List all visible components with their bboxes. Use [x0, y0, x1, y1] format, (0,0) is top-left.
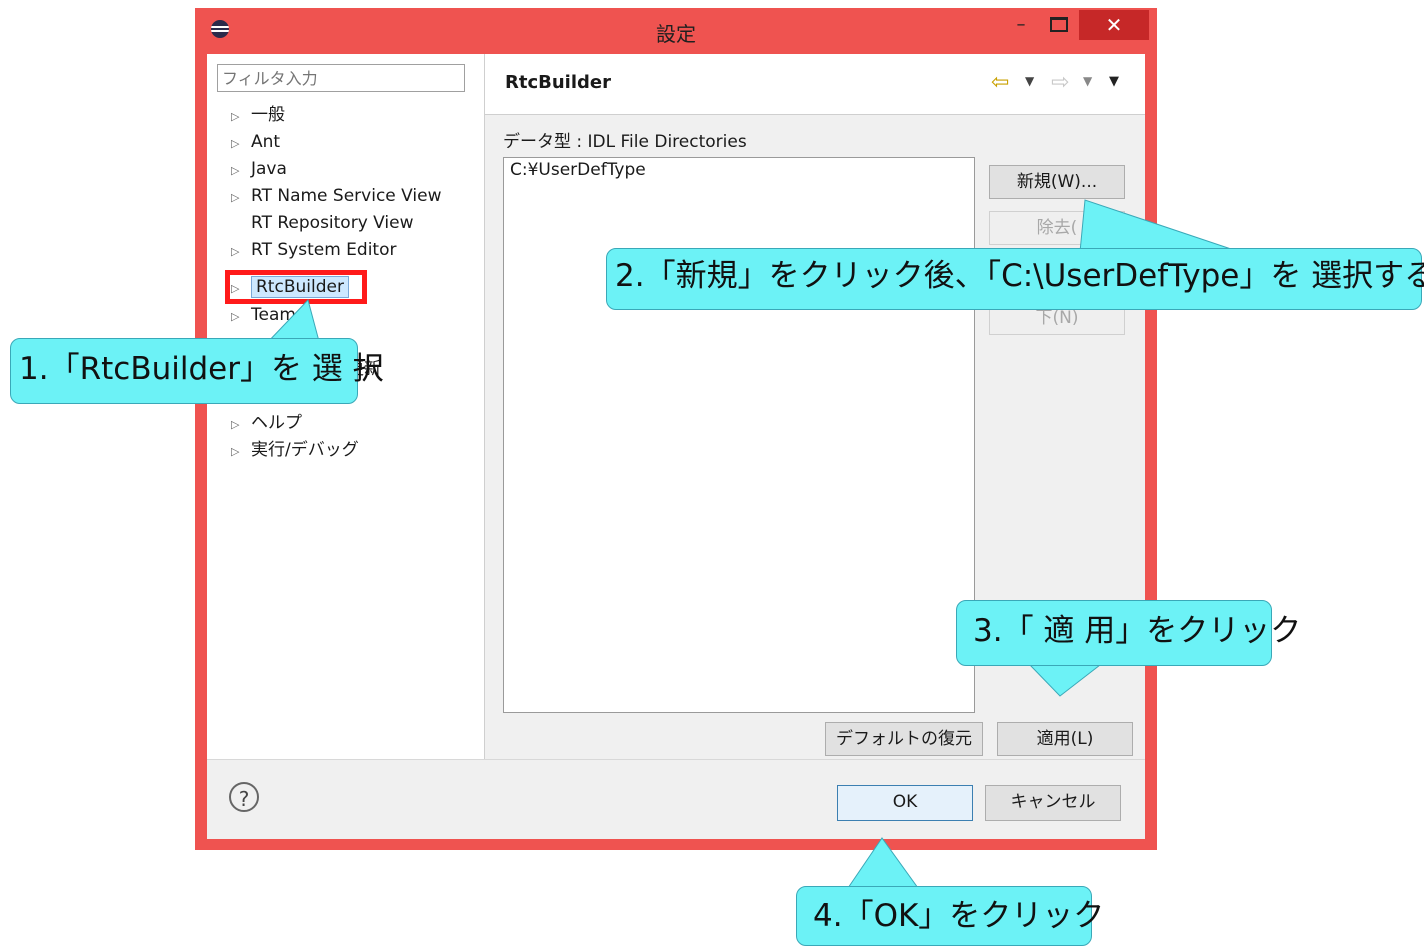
callout-step2: 2.「新規」をクリック後、「C:\UserDefType」を 選択する: [606, 248, 1424, 310]
page-header: RtcBuilder ⇦ ▼ ⇨ ▼ ▼: [485, 54, 1145, 115]
apply-button[interactable]: 適用(L): [997, 722, 1133, 756]
tree-item-team[interactable]: ▷ Team: [231, 302, 296, 328]
expand-arrow-icon[interactable]: ▷: [231, 131, 251, 157]
tree-item-rt-system-editor[interactable]: ▷ RT System Editor: [231, 237, 396, 263]
view-menu-icon[interactable]: ▼: [1109, 74, 1119, 89]
page-title: RtcBuilder: [505, 72, 611, 93]
section-label: データ型 : IDL File Directories: [503, 132, 747, 152]
preference-tree-pane: ▷一般 ▷Ant ▷Java ▷RT Name Service View RT …: [207, 54, 485, 759]
expand-arrow-icon[interactable]: ▷: [231, 412, 251, 438]
ok-button[interactable]: OK: [837, 785, 973, 821]
callout-step1: 1.「RtcBuilder」を 選 択: [10, 338, 384, 404]
callout-step4: 4.「OK」をクリック: [796, 886, 1104, 946]
remove-button[interactable]: 除去(: [989, 211, 1125, 245]
callout-step3: 3.「 適 用」をクリック: [956, 600, 1301, 666]
back-dropdown-icon[interactable]: ▼: [1025, 74, 1034, 88]
maximize-button[interactable]: [1050, 17, 1068, 32]
expand-arrow-icon[interactable]: ▷: [231, 304, 251, 330]
forward-dropdown-icon[interactable]: ▼: [1083, 74, 1092, 88]
tree-item-label: ヘルプ: [251, 413, 302, 433]
tree-item-run-debug[interactable]: ▷ 実行/デバッグ: [231, 437, 359, 463]
tree-item-rt-name-service-view[interactable]: ▷ RT Name Service View: [231, 183, 442, 209]
tree-item-label: RT Repository View: [251, 213, 414, 233]
tree-item-label: RT Name Service View: [251, 186, 442, 206]
minimize-button[interactable]: –: [1010, 14, 1032, 40]
selection-highlight-box: [225, 270, 367, 304]
tree-item-label: Ant: [251, 132, 281, 152]
restore-defaults-button[interactable]: デフォルトの復元(T): [825, 722, 983, 781]
expand-arrow-icon[interactable]: ▷: [231, 158, 251, 184]
tree-item-label: Java: [251, 159, 287, 179]
dialog-button-bar: ? OK キャンセル: [207, 759, 1145, 839]
cancel-button[interactable]: キャンセル: [985, 785, 1121, 821]
preferences-window: 設定 – ✕ ▷一般 ▷Ant ▷Java ▷RT Name Service V…: [195, 8, 1157, 850]
tree-item-label: RT System Editor: [251, 240, 397, 260]
tree-item-ant[interactable]: ▷ Ant: [231, 129, 280, 155]
back-arrow-icon[interactable]: ⇦: [991, 70, 1009, 95]
tree-item-label: Team: [251, 305, 296, 325]
list-item[interactable]: C:¥UserDefType: [510, 160, 646, 180]
expand-arrow-icon[interactable]: ▷: [231, 104, 251, 130]
tree-item-label: 一般: [251, 105, 285, 125]
filter-input[interactable]: [217, 64, 465, 92]
forward-arrow-icon[interactable]: ⇨: [1051, 70, 1069, 95]
expand-arrow-icon[interactable]: ▷: [231, 439, 251, 465]
new-button[interactable]: 新規(W)...: [989, 165, 1125, 199]
expand-arrow-icon[interactable]: ▷: [231, 185, 251, 211]
close-button[interactable]: ✕: [1079, 10, 1149, 40]
help-icon[interactable]: ?: [229, 782, 259, 812]
tree-item-help[interactable]: ▷ ヘルプ: [231, 410, 302, 436]
dialog-client: ▷一般 ▷Ant ▷Java ▷RT Name Service View RT …: [207, 54, 1145, 839]
tree-item-rt-repository-view[interactable]: RT Repository View: [231, 210, 414, 236]
tree-item-java[interactable]: ▷ Java: [231, 156, 287, 182]
tree-item-label: 実行/デバッグ: [251, 440, 359, 460]
expand-arrow-icon[interactable]: ▷: [231, 239, 251, 265]
tree-item-general[interactable]: ▷ 一般: [231, 102, 285, 128]
directory-list[interactable]: C:¥UserDefType: [503, 157, 975, 713]
